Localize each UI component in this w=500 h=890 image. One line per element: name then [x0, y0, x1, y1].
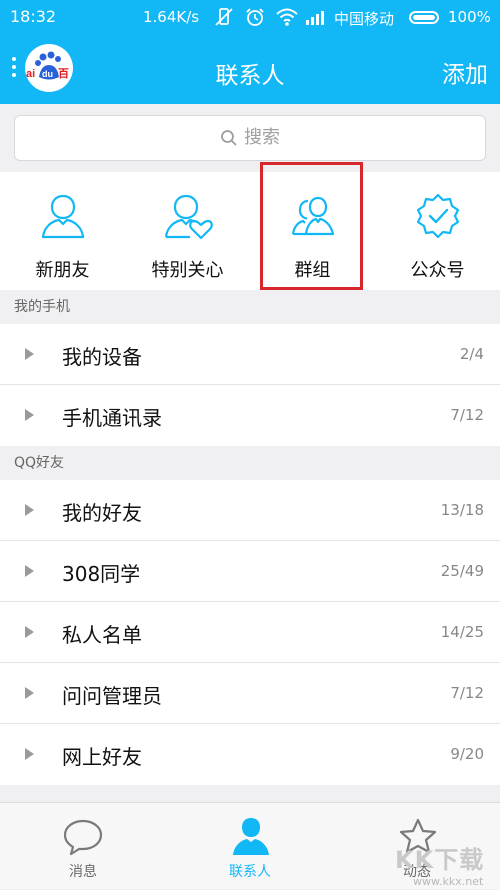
list-item-count: 7/12 [450, 406, 484, 424]
status-carrier: 中国移动 [334, 10, 395, 28]
search-icon [221, 130, 237, 146]
section-title: QQ好友 [14, 455, 65, 471]
group-highlight-box [260, 162, 363, 290]
list-item-name: 308同学 [62, 562, 141, 586]
chat-bubble-icon [63, 819, 103, 856]
list-item[interactable]: 问问管理员 7/12 [0, 663, 500, 724]
list-item-name: 手机通讯录 [62, 406, 162, 430]
status-time: 18:32 [10, 7, 57, 26]
list-item-count: 13/18 [440, 501, 484, 519]
list-item-name: 问问管理员 [62, 684, 162, 708]
tab-contacts[interactable]: 联系人 [167, 803, 333, 890]
section-header-qq-friends: QQ好友 [0, 446, 500, 480]
search-input[interactable]: 搜索 [14, 115, 486, 161]
expand-arrow-icon [25, 748, 34, 760]
list-item[interactable]: 私人名单 14/25 [0, 602, 500, 663]
page-title: 联系人 [215, 63, 285, 89]
quick-new-friends[interactable]: 新朋友 [0, 172, 125, 290]
list-item-count: 7/12 [450, 684, 484, 702]
quick-actions: 新朋友 特别关心 群组 公众号 [0, 172, 500, 290]
section-title: 我的手机 [14, 299, 70, 315]
list-item[interactable]: 308同学 25/49 [0, 541, 500, 602]
list-item-count: 14/25 [440, 623, 484, 641]
list-item-count: 2/4 [459, 345, 484, 363]
list-item[interactable]: 网上好友 9/20 [0, 724, 500, 785]
header-bar: ai du 百 联系人 添加 [0, 34, 500, 104]
vibrate-off-icon [213, 6, 235, 32]
battery-icon [409, 11, 439, 24]
expand-arrow-icon [25, 687, 34, 699]
list-item-count: 25/49 [440, 562, 484, 580]
search-area: 搜索 [0, 104, 500, 172]
wifi-icon [275, 6, 299, 32]
signal-icon [305, 6, 329, 32]
quick-public-accounts[interactable]: 公众号 [375, 172, 500, 290]
tab-messages[interactable]: 消息 [0, 803, 166, 890]
contact-person-icon [233, 818, 269, 855]
watermark-text: KK下载 [395, 846, 485, 874]
list-item-count: 9/20 [450, 745, 484, 763]
status-battery-percent: 100% [448, 8, 491, 26]
status-network-speed: 1.64K/s [143, 8, 200, 26]
list-item-name: 我的设备 [62, 345, 142, 369]
tab-label: 联系人 [229, 864, 271, 880]
list-item-name: 网上好友 [62, 745, 142, 769]
tab-label: 消息 [69, 864, 97, 880]
watermark: KK下载 www.kkx.net [387, 818, 497, 888]
expand-arrow-icon [25, 565, 34, 577]
search-placeholder: 搜索 [244, 127, 280, 148]
watermark-url: www.kkx.net [413, 875, 484, 888]
quick-label: 新朋友 [35, 260, 90, 281]
quick-label: 特别关心 [151, 260, 224, 281]
list-item[interactable]: 手机通讯录 7/12 [0, 385, 500, 446]
person-heart-icon [164, 194, 213, 240]
section-header-my-phone: 我的手机 [0, 290, 500, 324]
list-item-name: 私人名单 [62, 623, 142, 647]
add-button[interactable]: 添加 [442, 55, 488, 89]
alarm-icon [244, 6, 266, 32]
person-icon [41, 194, 85, 239]
list-item-name: 我的好友 [62, 501, 142, 525]
list-item[interactable]: 我的设备 2/4 [0, 324, 500, 385]
status-bar: 18:32 1.64K/s 中国移动 100% [0, 0, 500, 34]
quick-label: 公众号 [410, 260, 465, 281]
quick-special-care[interactable]: 特别关心 [125, 172, 250, 290]
expand-arrow-icon [25, 348, 34, 360]
verified-badge-icon [416, 193, 460, 239]
list-item[interactable]: 我的好友 13/18 [0, 480, 500, 541]
expand-arrow-icon [25, 504, 34, 516]
expand-arrow-icon [25, 409, 34, 421]
expand-arrow-icon [25, 626, 34, 638]
